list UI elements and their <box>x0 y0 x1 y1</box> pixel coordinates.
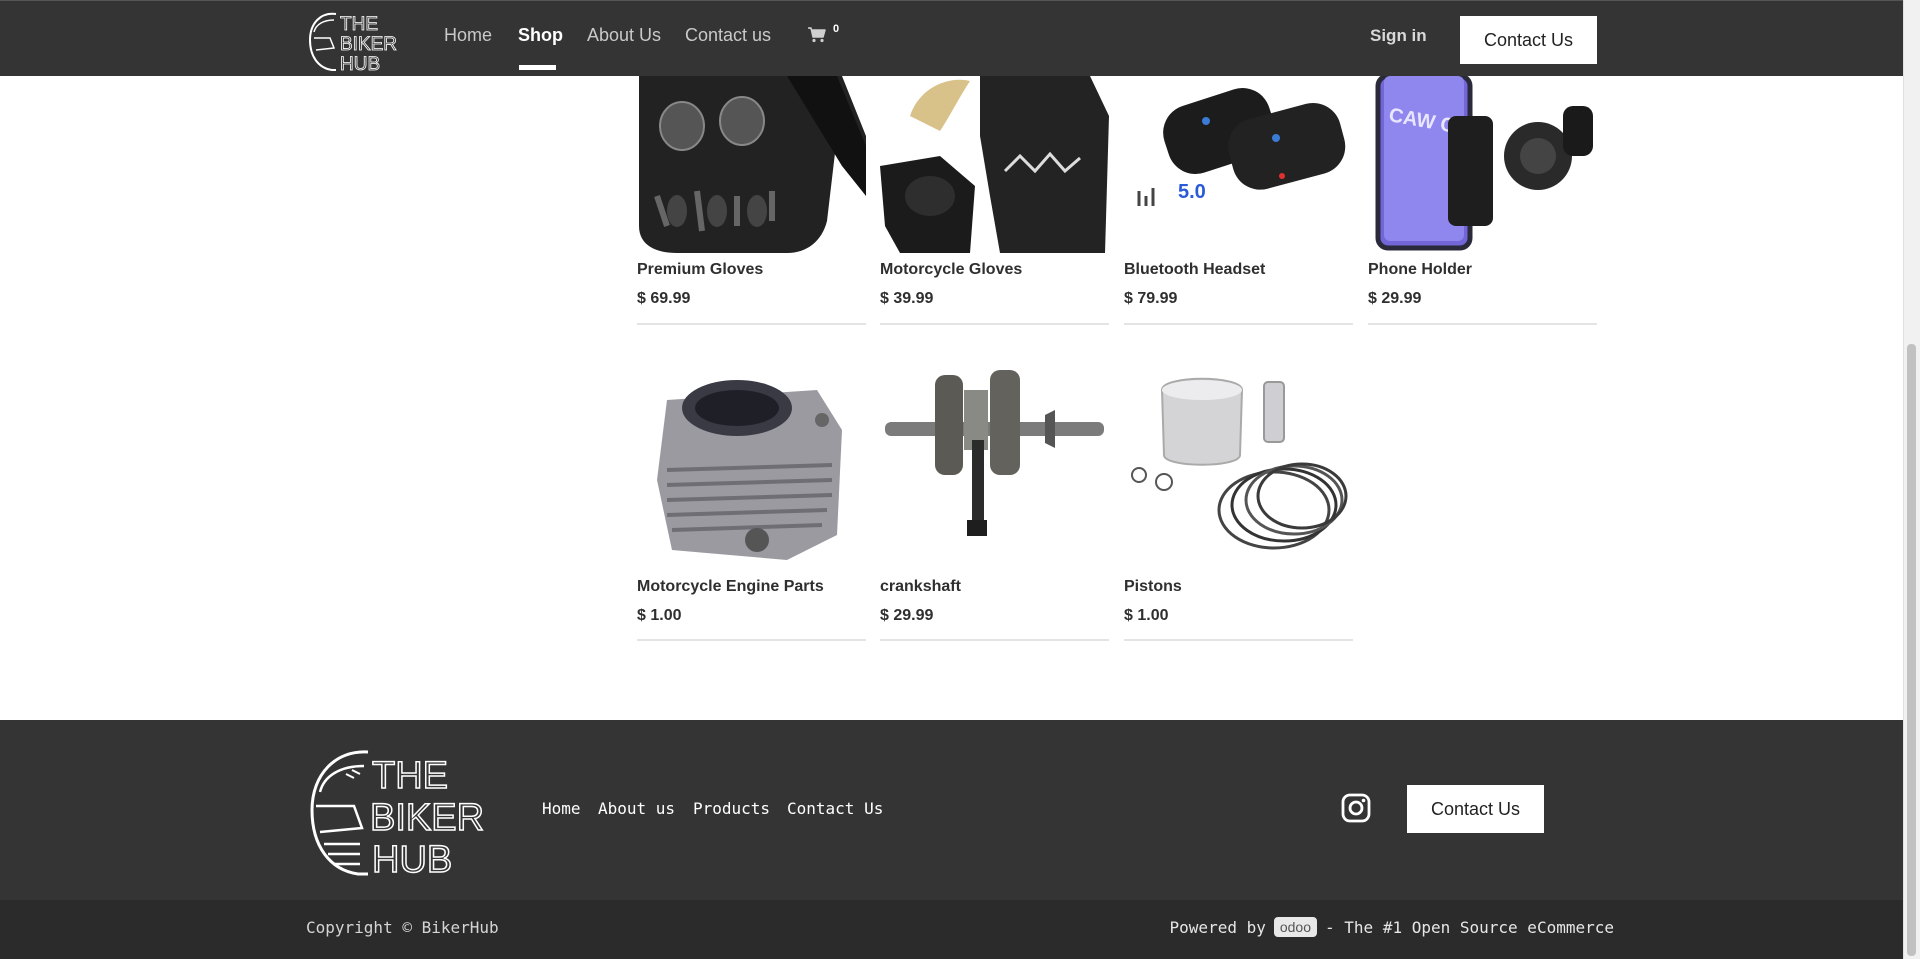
black-leather-gloves-image[interactable] <box>637 76 866 253</box>
nav-about-us[interactable]: About Us <box>587 25 661 46</box>
powered-by: Powered by odoo - The #1 Open Source eCo… <box>1170 917 1614 937</box>
instagram-icon[interactable] <box>1341 793 1371 823</box>
product-divider <box>637 639 866 641</box>
footer-link-contact-us[interactable]: Contact Us <box>787 799 883 818</box>
footer-logo-text-1: THE <box>372 755 448 797</box>
odoo-logo-link[interactable]: odoo <box>1273 917 1318 937</box>
product-name[interactable]: crankshaft <box>880 578 961 596</box>
product-divider <box>1124 639 1353 641</box>
sign-in-link[interactable]: Sign in <box>1370 26 1427 46</box>
footer-logo-text-2: BIKER <box>370 797 484 839</box>
product-divider <box>1368 323 1597 325</box>
product-card[interactable]: Motorcycle Engine Parts $ 1.00 <box>637 360 866 642</box>
biker-hub-footer-logo[interactable]: THE BIKER HUB <box>306 748 498 876</box>
footer-contact-us-button[interactable]: Contact Us <box>1407 785 1544 833</box>
product-price: $ 29.99 <box>1368 290 1422 307</box>
biker-hub-logo[interactable]: THE BIKER HUB <box>306 8 406 74</box>
product-card[interactable]: Motorcycle Gloves $ 39.99 <box>880 76 1109 326</box>
product-name[interactable]: Phone Holder <box>1368 261 1472 279</box>
piston-kit-image[interactable] <box>1124 360 1353 570</box>
engine-cylinder-image[interactable] <box>637 360 866 570</box>
footer-link-about-us[interactable]: About us <box>598 799 675 818</box>
product-divider <box>880 639 1109 641</box>
nav-contact-us[interactable]: Contact us <box>685 25 771 46</box>
product-price: $ 1.00 <box>637 607 682 624</box>
logo-text-line-2: BIKER <box>340 34 397 55</box>
shopping-cart-icon[interactable] <box>808 27 826 43</box>
logo-text-line-1: THE <box>340 14 378 35</box>
product-name[interactable]: Premium Gloves <box>637 261 763 279</box>
site-footer <box>0 720 1903 900</box>
crankshaft-image[interactable] <box>880 360 1109 570</box>
footer-link-products[interactable]: Products <box>693 799 770 818</box>
motorcycle-gloves-image[interactable] <box>880 76 1109 253</box>
product-card[interactable]: 5.0 Bluetooth Headset $ 79.99 <box>1124 76 1353 326</box>
cart-count-badge: 0 <box>833 23 840 35</box>
product-name[interactable]: Motorcycle Engine Parts <box>637 578 824 596</box>
product-name[interactable]: Motorcycle Gloves <box>880 261 1022 279</box>
product-divider <box>880 323 1109 325</box>
phone-holder-image[interactable]: CAW CAR <box>1368 76 1597 253</box>
headset-badge-text: 5.0 <box>1178 181 1206 203</box>
product-card[interactable]: CAW CAR Phone Holder $ 29.99 <box>1368 76 1597 326</box>
odoo-tagline: - The #1 Open Source eCommerce <box>1325 917 1614 937</box>
logo-text-line-3: HUB <box>340 54 380 74</box>
page-scrollbar-thumb[interactable] <box>1907 344 1916 956</box>
product-price: $ 39.99 <box>880 290 934 307</box>
product-divider <box>1124 323 1353 325</box>
footer-logo-text-3: HUB <box>372 839 452 876</box>
copyright-bar <box>0 900 1903 959</box>
header-contact-us-button[interactable]: Contact Us <box>1460 16 1597 64</box>
product-name[interactable]: Bluetooth Headset <box>1124 261 1265 279</box>
footer-link-home[interactable]: Home <box>542 799 581 818</box>
product-price: $ 79.99 <box>1124 290 1178 307</box>
top-navbar: THE BIKER HUB Home Shop About Us Contact… <box>0 0 1903 76</box>
nav-home[interactable]: Home <box>444 25 492 46</box>
product-divider <box>637 323 866 325</box>
product-name[interactable]: Pistons <box>1124 578 1182 596</box>
product-card[interactable]: crankshaft $ 29.99 <box>880 360 1109 642</box>
product-price: $ 69.99 <box>637 290 691 307</box>
product-price: $ 1.00 <box>1124 607 1169 624</box>
bluetooth-headset-image[interactable]: 5.0 <box>1124 76 1353 253</box>
copyright-text: Copyright © BikerHub <box>306 918 499 937</box>
active-nav-indicator <box>519 65 556 70</box>
powered-by-label: Powered by <box>1169 917 1266 937</box>
product-card[interactable]: Pistons $ 1.00 <box>1124 360 1353 642</box>
nav-shop[interactable]: Shop <box>518 25 563 46</box>
product-price: $ 29.99 <box>880 607 934 624</box>
product-card[interactable]: Premium Gloves $ 69.99 <box>637 76 866 326</box>
